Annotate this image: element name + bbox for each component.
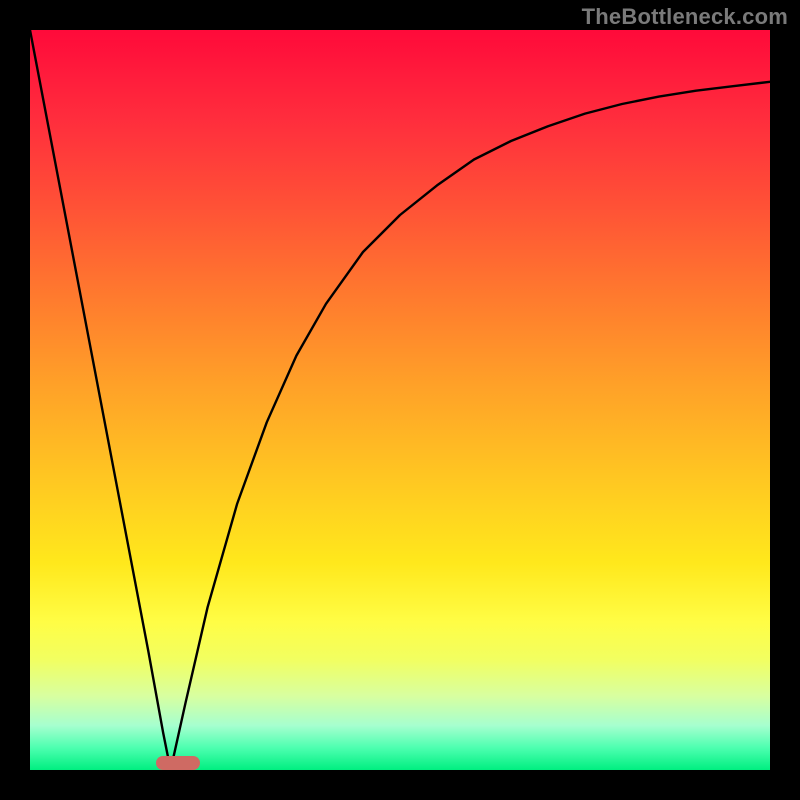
watermark-text: TheBottleneck.com (582, 4, 788, 30)
chart-frame: TheBottleneck.com (0, 0, 800, 800)
curve-layer (30, 30, 770, 770)
plot-area (30, 30, 770, 770)
right-branch (171, 82, 770, 770)
bottleneck-marker (156, 756, 200, 770)
left-branch (30, 30, 171, 770)
